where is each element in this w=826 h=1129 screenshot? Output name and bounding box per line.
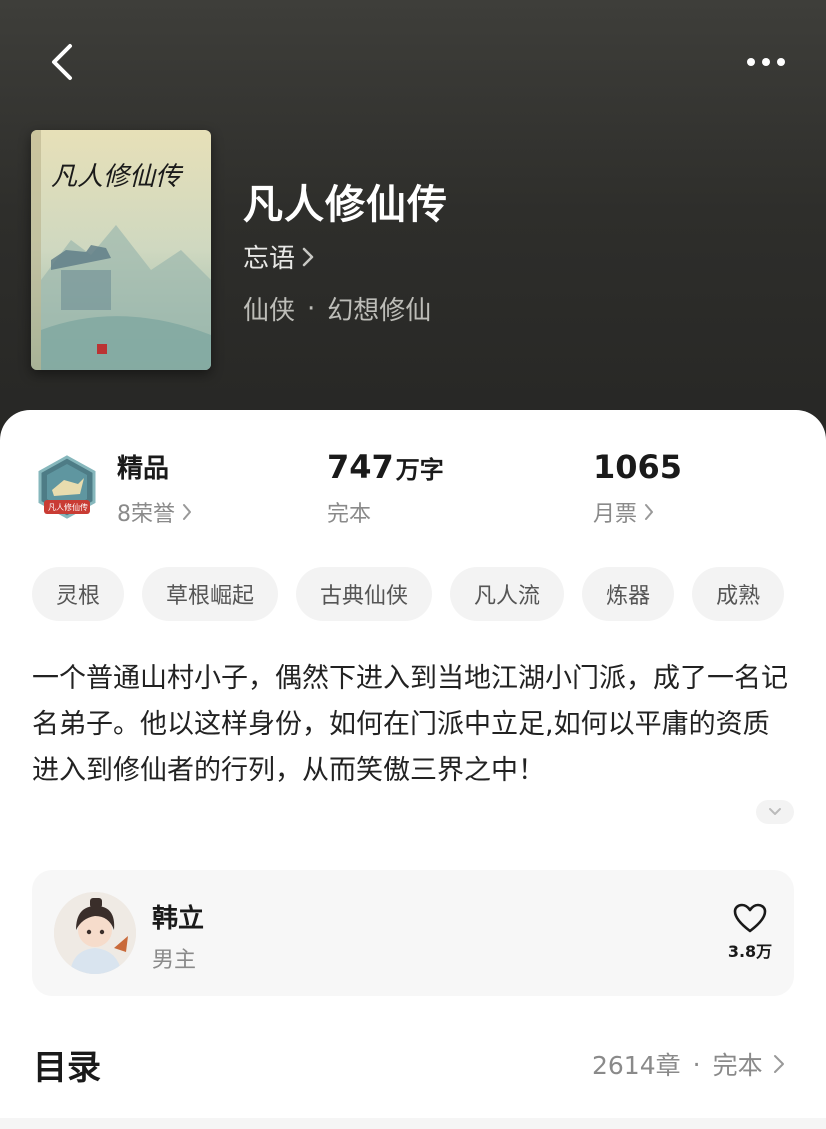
like-count: 3.8万 bbox=[727, 942, 773, 961]
honor-count: 8荣誉 bbox=[117, 502, 175, 527]
tag-chip[interactable]: 炼器 bbox=[582, 567, 675, 621]
badge-label: 凡人修仙传 bbox=[48, 503, 88, 512]
chevron-right-icon bbox=[302, 247, 314, 266]
genre-separator: · bbox=[307, 293, 316, 324]
word-count-stat: 747 万字 完本 bbox=[327, 448, 444, 528]
genre-main[interactable]: 仙侠 bbox=[243, 290, 295, 327]
character-avatar bbox=[54, 892, 136, 974]
completion-status: 完本 bbox=[327, 502, 372, 527]
chevron-right-icon bbox=[183, 504, 191, 520]
book-cover[interactable]: 凡人修仙传 bbox=[31, 130, 211, 370]
chevron-left-icon bbox=[52, 44, 72, 80]
cover-title-text: 凡人修仙传 bbox=[51, 162, 182, 192]
genre-sub[interactable]: 幻想修仙 bbox=[327, 290, 431, 327]
word-count-unit: 万字 bbox=[395, 456, 444, 484]
back-button[interactable] bbox=[40, 40, 84, 84]
book-title: 凡人修仙传 bbox=[243, 181, 448, 228]
ellipsis-icon bbox=[747, 58, 785, 66]
tag-chip[interactable]: 灵根 bbox=[32, 567, 125, 621]
character-role: 男主 bbox=[152, 948, 197, 973]
chapter-count: 2614章 bbox=[592, 1051, 681, 1080]
tag-chip[interactable]: 凡人流 bbox=[450, 567, 565, 621]
tag-chip[interactable]: 草根崛起 bbox=[142, 567, 279, 621]
tag-chip[interactable]: 古典仙侠 bbox=[296, 567, 433, 621]
monthly-ticket-stat[interactable]: 1065 月票 bbox=[593, 448, 682, 528]
heart-icon bbox=[733, 903, 767, 933]
tag-list: 灵根 草根崛起 古典仙侠 凡人流 炼器 成熟 bbox=[32, 567, 826, 621]
ticket-count: 1065 bbox=[593, 448, 683, 486]
honor-stat[interactable]: 精品 8荣誉 bbox=[117, 448, 193, 528]
honor-label: 精品 bbox=[117, 454, 170, 484]
section-divider bbox=[0, 1118, 826, 1129]
chevron-right-icon bbox=[645, 504, 654, 520]
ticket-label: 月票 bbox=[593, 502, 638, 527]
toc-title: 目录 bbox=[33, 1048, 101, 1088]
author-name: 忘语 bbox=[243, 244, 296, 274]
character-name: 韩立 bbox=[152, 904, 205, 934]
honor-badge[interactable]: 凡人修仙传 bbox=[34, 454, 100, 520]
chevron-down-icon bbox=[769, 808, 781, 815]
more-options-button[interactable] bbox=[740, 44, 792, 80]
book-description: 一个普通山村小子，偶然下进入到当地江湖小门派，成了一名记名弟子。他以这样身份，如… bbox=[32, 663, 788, 786]
tag-chip[interactable]: 成熟 bbox=[692, 567, 785, 621]
toc-status: 完本 bbox=[712, 1051, 763, 1080]
author-link[interactable]: 忘语 bbox=[243, 238, 315, 275]
character-card[interactable]: 韩立 男主 3.8万 bbox=[32, 870, 794, 996]
toc-link[interactable]: 2614章 · 完本 bbox=[592, 1046, 787, 1082]
like-button[interactable]: 3.8万 bbox=[724, 902, 776, 972]
chevron-right-icon bbox=[773, 1055, 784, 1073]
expand-description-button[interactable] bbox=[756, 800, 794, 824]
avatar-image bbox=[54, 892, 136, 974]
genre-line: 仙侠 · 幻想修仙 bbox=[243, 290, 431, 327]
toc-separator: · bbox=[692, 1049, 701, 1079]
word-count-number: 747 bbox=[327, 448, 394, 486]
